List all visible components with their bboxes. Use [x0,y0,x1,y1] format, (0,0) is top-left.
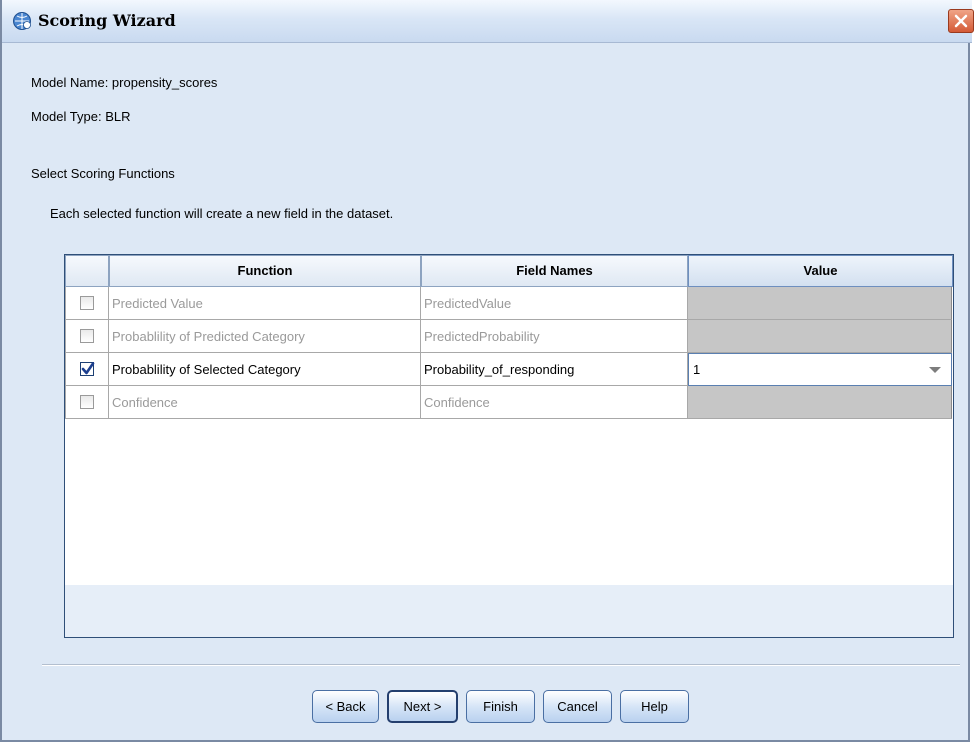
row-checkbox-cell [65,386,109,419]
next-button[interactable]: Next > [387,690,458,723]
section-description: Each selected function will create a new… [50,206,394,221]
row-checkbox[interactable] [80,296,94,310]
close-button[interactable] [948,9,974,33]
table-body: Function Field Names Value Predicted Val… [65,255,953,585]
field-name-cell: PredictedProbability [421,320,688,353]
field-name-cell: Confidence [421,386,688,419]
model-name-label: Model Name: propensity_scores [31,75,218,90]
checkmark-icon [81,362,95,375]
value-cell [688,320,952,353]
row-checkbox[interactable] [80,362,95,376]
field-name-cell: PredictedValue [421,287,688,320]
header-select[interactable] [65,255,109,287]
header-function[interactable]: Function [109,255,421,287]
header-field-names[interactable]: Field Names [421,255,688,287]
separator [42,664,960,666]
table-row: Probablility of Selected Category Probab… [65,353,953,386]
cancel-button[interactable]: Cancel [543,690,612,723]
row-checkbox[interactable] [80,329,94,343]
table-row: Predicted Value PredictedValue [65,287,953,320]
back-button[interactable]: < Back [312,690,379,723]
model-type-label: Model Type: BLR [31,109,131,124]
function-cell: Predicted Value [109,287,421,320]
function-cell: Confidence [109,386,421,419]
table-row: Probablility of Predicted Category Predi… [65,320,953,353]
value-dropdown-text: 1 [693,362,701,377]
section-heading: Select Scoring Functions [31,166,175,181]
close-icon [954,14,968,28]
title-bar[interactable]: Scoring Wizard [2,0,974,43]
row-checkbox[interactable] [80,395,94,409]
scoring-functions-table: Function Field Names Value Predicted Val… [64,254,954,638]
function-cell: Probablility of Selected Category [109,353,421,386]
row-checkbox-cell [65,320,109,353]
help-button[interactable]: Help [620,690,689,723]
row-checkbox-cell [65,287,109,320]
header-value[interactable]: Value [688,255,953,287]
row-checkbox-cell [65,353,109,386]
chevron-down-icon[interactable] [929,367,941,373]
field-name-cell[interactable]: Probability_of_responding [421,353,688,386]
finish-button[interactable]: Finish [466,690,535,723]
window-title: Scoring Wizard [38,11,176,30]
value-cell [688,287,952,320]
spss-globe-icon [13,12,31,30]
function-cell: Probablility of Predicted Category [109,320,421,353]
value-dropdown[interactable]: 1 [688,353,952,386]
value-cell [688,386,952,419]
scoring-wizard-window: Scoring Wizard Model Name: propensity_sc… [0,0,974,742]
table-row: Confidence Confidence [65,386,953,419]
table-header: Function Field Names Value [65,255,953,287]
